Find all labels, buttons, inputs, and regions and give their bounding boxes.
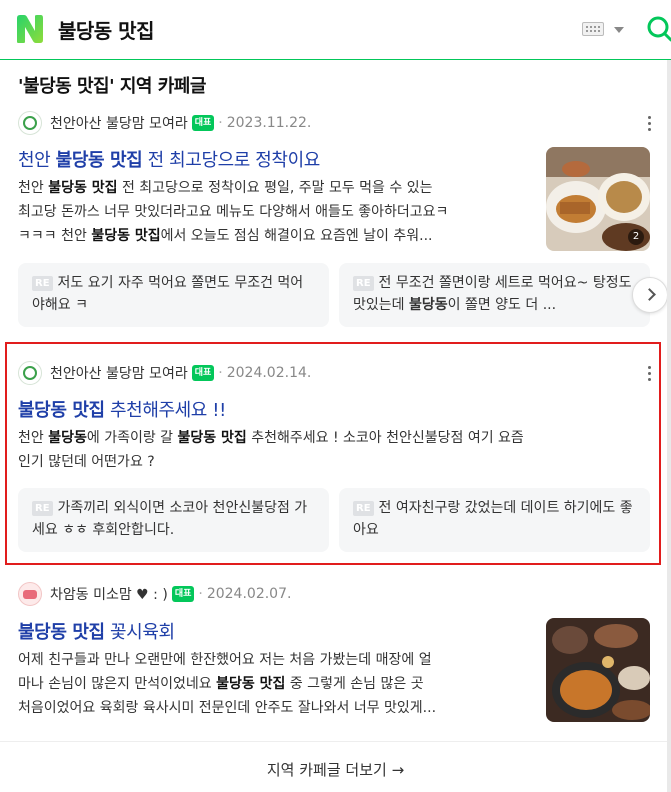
snippet-line: 천안 불당동 맛집 전 최고당으로 정착이요 평일, 주말 모두 먹을 수 있는 [18,176,528,200]
title-text: 꽃시육회 [104,622,175,643]
post-snippet: 어제 친구들과 만나 오랜만에 한잔했어요 저는 처음 가봤는데 매장에 얼 마… [18,648,528,720]
next-comments-button[interactable] [632,277,668,313]
cafe-post: 천안아산 불당맘 모여라 대표 · 2023.11.22. 천안 불당동 맛집 … [0,106,671,336]
post-thumbnail[interactable]: 2 [546,147,650,251]
title-keyword: 불당동 맛집 [18,622,105,643]
snippet-text: 전 최고당으로 정착이요 평일, 주말 모두 먹을 수 있는 [117,180,433,196]
highlight-box [5,342,661,565]
reply-tag: RE [353,276,374,291]
search-query[interactable]: 불당동 맛집 [58,15,154,44]
cafe-name[interactable]: 차암동 미소맘 ♥ : ) [50,584,168,604]
chevron-right-icon [643,288,656,301]
title-text: 천안 [18,150,56,171]
title-keyword: 불당동 맛집 [55,150,143,171]
post-snippet: 천안 불당동 맛집 전 최고당으로 정착이요 평일, 주말 모두 먹을 수 있는… [18,176,528,248]
representative-badge: 대표 [191,115,215,131]
snippet-line: 처음이었어요 육회랑 육사시미 전문인데 안주도 잘나와서 너무 맛있게... [18,696,528,720]
separator-dot: · [198,586,203,602]
snippet-line: 어제 친구들과 만나 오랜만에 한잔했어요 저는 처음 가봤는데 매장에 얼 [18,648,528,672]
post-date: 2023.11.22. [226,115,312,131]
snippet-keyword: 불당동 맛집 [48,180,118,196]
image-count-badge: 2 [628,229,644,245]
post-meta: 천안아산 불당맘 모여라 대표 · 2023.11.22. [18,111,311,135]
title-text: 전 최고당으로 정착이요 [142,150,321,171]
search-icon [647,16,671,42]
reply-text: 저도 요기 자주 먹어요 쫄면도 무조건 먹어야해요 ㅋ [32,275,304,313]
snippet-text: 처음이었어요 육회랑 육사시미 전문인데 안주도 잘나와서 너무 맛있게... [18,700,437,716]
snippet-text: 에서 오늘도 점심 해결이요 요즘엔 날이 추워... [160,228,433,244]
snippet-keyword: 불당동 맛집 [91,228,161,244]
post-meta: 차암동 미소맘 ♥ : ) 대표 · 2024.02.07. [18,582,291,606]
post-date: 2024.02.07. [206,586,292,602]
cafe-post: 차암동 미소맘 ♥ : ) 대표 · 2024.02.07. 불당동 맛집 꽃시… [0,580,671,760]
snippet-text: 천안 [18,180,49,196]
snippet-text: 최고당 돈까스 너무 맛있더라고요 메뉴도 다양해서 애들도 좋아하더고요ㅋ [18,204,449,220]
cafe-posts-section: '불당동 맛집' 지역 카페글 천안아산 불당맘 모여라 대표 · 2023.1… [0,61,671,792]
post-thumbnail[interactable] [546,618,650,722]
snippet-line: 최고당 돈까스 너무 맛있더라고요 메뉴도 다양해서 애들도 좋아하더고요ㅋ [18,200,528,224]
footer-more: 지역 카페글 더보기 → [0,741,671,792]
search-header: 불당동 맛집 [0,0,671,60]
post-title-link[interactable]: 천안 불당동 맛집 전 최고당으로 정착이요 [18,146,320,172]
section-title: '불당동 맛집' 지역 카페글 [18,76,206,97]
cafe-avatar[interactable] [18,111,42,135]
cafe-avatar[interactable] [18,582,42,606]
representative-badge: 대표 [171,586,195,602]
post-title-link[interactable]: 불당동 맛집 꽃시육회 [18,618,175,644]
reply-keyword: 불당동 [408,297,448,313]
snippet-text: 중 그렇게 손님 많은 곳 [285,676,424,692]
comment-preview[interactable]: RE 저도 요기 자주 먹어요 쫄면도 무조건 먹어야해요 ㅋ [18,263,329,327]
snippet-line: ㅋㅋㅋ 천안 불당동 맛집에서 오늘도 점심 해결이요 요즘엔 날이 추워... [18,224,528,248]
scrollbar[interactable] [667,60,671,792]
separator-dot: · [218,115,223,131]
search-button[interactable] [644,14,671,44]
comment-preview[interactable]: RE 전 무조건 쫄면이랑 세트로 먹어요~ 탕정도 맛있는데 불당동이 쫄면 양… [339,263,650,327]
snippet-text: ㅋㅋㅋ 천안 [18,228,92,244]
chevron-down-icon[interactable] [614,27,624,33]
snippet-line: 마나 손님이 많은지 만석이었네요 불당동 맛집 중 그렇게 손님 많은 곳 [18,672,528,696]
keyboard-icon[interactable] [582,22,604,36]
cafe-name[interactable]: 천안아산 불당맘 모여라 [50,113,188,133]
reply-text: 이 쫄면 양도 더 ... [447,297,557,313]
more-options-icon[interactable] [648,116,652,132]
food-photo [546,618,650,722]
naver-logo-icon[interactable] [13,12,47,46]
snippet-text: 어제 친구들과 만나 오랜만에 한잔했어요 저는 처음 가봤는데 매장에 얼 [18,652,432,668]
reply-tag: RE [32,276,53,291]
snippet-text: 마나 손님이 많은지 만석이었네요 [18,676,217,692]
more-cafe-posts-link[interactable]: 지역 카페글 더보기 → [267,759,404,780]
snippet-keyword: 불당동 맛집 [216,676,286,692]
